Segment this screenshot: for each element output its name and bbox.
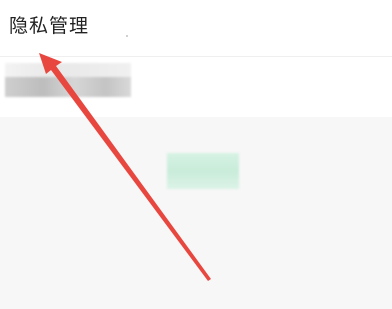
screen: 隐私管理 [0, 0, 392, 309]
red-arrow-icon [39, 53, 211, 281]
